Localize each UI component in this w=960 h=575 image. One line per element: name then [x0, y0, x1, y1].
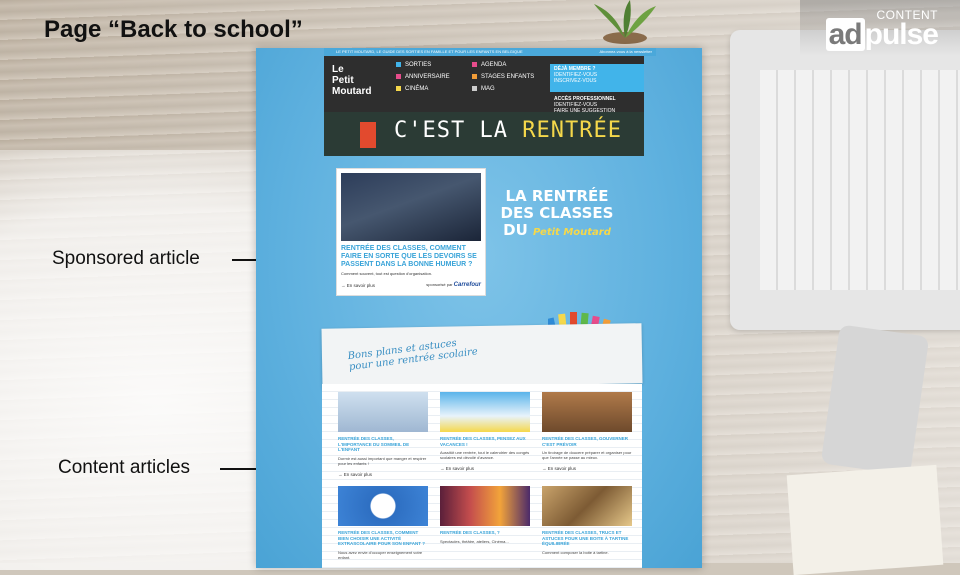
- phone-image: [820, 324, 930, 476]
- plant-image: [594, 0, 656, 44]
- sleeping-child-image: [338, 392, 428, 432]
- laptop-image: [730, 30, 960, 330]
- sponsored-article-desc: Comment souvent, tout est question d'org…: [341, 271, 433, 276]
- sponsored-article-title[interactable]: RENTRÉE DES CLASSES, COMMENT FAIRE EN SO…: [341, 245, 481, 269]
- rentree-banner: C'EST LA RENTRÉE: [324, 112, 644, 156]
- member-box: DÉJÀ MEMBRE ? IDENTIFIEZ-VOUS INSCRIVEZ-…: [550, 64, 644, 92]
- sponsored-article-card[interactable]: RENTRÉE DES CLASSES, COMMENT FAIRE EN SO…: [336, 168, 486, 296]
- sponsored-label: Sponsored article: [52, 248, 200, 269]
- football-image: [338, 486, 428, 526]
- articles-grid: RENTRÉE DES CLASSES, L'IMPORTANCE DU SOM…: [322, 384, 642, 568]
- website-screenshot: LE PETIT MOUTARD, LE GUIDE DES SORTIES E…: [256, 48, 702, 568]
- site-header: Le Petit Moutard SORTIES ANNIVERSAIRE CINÉ…: [324, 56, 644, 114]
- notebook-image: [786, 464, 944, 575]
- sponsor-credit: sponsorisé par Carrefour: [426, 282, 481, 288]
- newsletter-link[interactable]: Abonnez-vous à la newsletter: [600, 48, 652, 56]
- slide-title: Page “Back to school”: [44, 16, 303, 43]
- article-card[interactable]: RENTRÉE DES CLASSES, COMMENT BIEN CHOISI…: [338, 486, 428, 560]
- nav-item-anniversaire[interactable]: ANNIVERSAIRE: [396, 74, 450, 80]
- boy-homework-photo: [341, 173, 481, 241]
- article-card[interactable]: RENTRÉE DES CLASSES, ? Spectacles, théât…: [440, 486, 530, 544]
- promo-headline: LA RENTRÉE DES CLASSES DU Petit Moutard: [500, 187, 614, 239]
- content-label: Content articles: [58, 457, 191, 478]
- banner-decoration: [360, 122, 376, 148]
- article-card[interactable]: RENTRÉE DES CLASSES, L'IMPORTANCE DU SOM…: [338, 392, 428, 477]
- nav-column-1: SORTIES ANNIVERSAIRE CINÉMA: [396, 62, 450, 98]
- nav-column-2: AGENDA STAGES ENFANTS MAG: [472, 62, 534, 98]
- member-register-link[interactable]: INSCRIVEZ-VOUS: [554, 78, 640, 84]
- nav-item-agenda[interactable]: AGENDA: [472, 62, 534, 68]
- autumn-path-image: [542, 392, 632, 432]
- article-card[interactable]: RENTRÉE DES CLASSES, TRUCS ET ASTUCES PO…: [542, 486, 632, 555]
- sponsored-read-more[interactable]: → En savoir plus: [341, 283, 375, 288]
- site-topbar: LE PETIT MOUTARD, LE GUIDE DES SORTIES E…: [324, 48, 656, 56]
- show-image: [440, 486, 530, 526]
- keyboard-image: [760, 70, 960, 290]
- carrefour-logo: Carrefour: [453, 282, 481, 288]
- nav-item-sorties[interactable]: SORTIES: [396, 62, 450, 68]
- nav-item-mag[interactable]: MAG: [472, 86, 534, 92]
- nav-item-cinema[interactable]: CINÉMA: [396, 86, 450, 92]
- brand-block: CONTENT ad pulse: [825, 8, 939, 52]
- ski-holiday-image: [440, 392, 530, 432]
- tips-paper: Bons plans et astuces pour une rentrée sc…: [321, 323, 643, 389]
- petit-moutard-logo[interactable]: Le Petit Moutard: [332, 64, 371, 97]
- lunchbox-image: [542, 486, 632, 526]
- adpulse-logo: ad pulse: [825, 18, 939, 52]
- nav-item-stages[interactable]: STAGES ENFANTS: [472, 74, 534, 80]
- article-card[interactable]: RENTRÉE DES CLASSES, PENSEZ AUX VACANCES…: [440, 392, 530, 471]
- article-card[interactable]: RENTRÉE DES CLASSES, GOUVERNER C'EST PRÉ…: [542, 392, 632, 471]
